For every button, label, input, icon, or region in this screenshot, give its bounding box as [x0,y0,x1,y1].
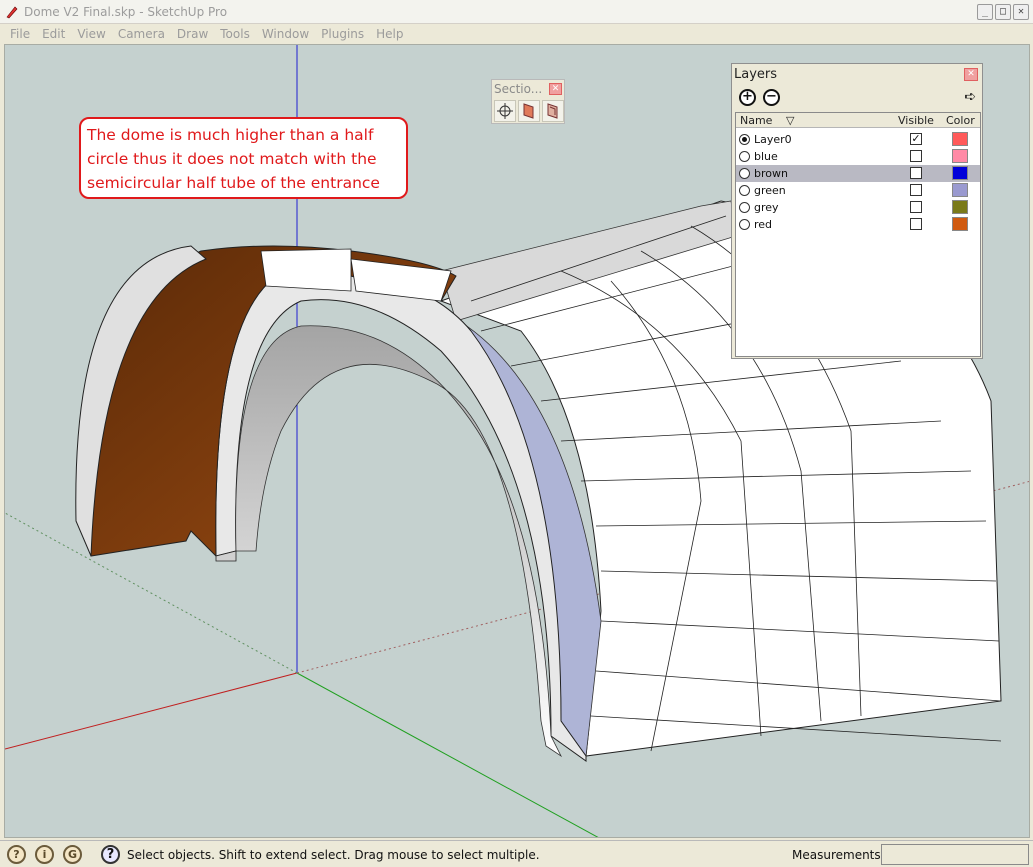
title-bar: Dome V2 Final.skp - SketchUp Pro _ □ ✕ [0,0,1033,24]
layer-name: Layer0 [754,133,792,146]
layer-name: blue [754,150,778,163]
layer-current-radio[interactable] [739,168,750,179]
sort-arrow-icon[interactable]: ▽ [786,114,794,127]
display-section-cuts-icon[interactable] [542,100,564,122]
layers-list-header: Name ▽ Visible Color [736,113,980,128]
layer-visible-checkbox[interactable] [910,167,922,179]
window-title: Dome V2 Final.skp - SketchUp Pro [24,5,228,19]
layer-visible-checkbox[interactable]: ✓ [910,133,922,145]
sketchup-app-icon[interactable] [5,5,19,19]
column-header-visible[interactable]: Visible [898,114,934,127]
layer-row-red[interactable]: red [736,216,980,233]
layer-current-radio[interactable] [739,151,750,162]
layer-color-swatch[interactable] [952,217,968,231]
layer-row-green[interactable]: green [736,182,980,199]
delete-layer-icon[interactable]: − [763,89,780,106]
layer-name: green [754,184,786,197]
status-message: Select objects. Shift to extend select. … [127,848,540,862]
layer-details-icon[interactable]: ➪ [964,89,976,105]
minimize-icon[interactable]: _ [977,4,993,20]
layer-current-radio[interactable] [739,202,750,213]
google-account-icon[interactable]: G [63,845,82,864]
measurements-label: Measurements [792,848,881,862]
layer-color-swatch[interactable] [952,183,968,197]
annotation-line-1: The dome is much higher than a half [87,126,374,144]
display-section-planes-icon[interactable] [518,100,540,122]
layer-current-radio[interactable] [739,219,750,230]
layer-name: brown [754,167,788,180]
layer-current-radio[interactable] [739,185,750,196]
credits-icon[interactable]: i [35,845,54,864]
menu-camera[interactable]: Camera [112,27,171,41]
layers-panel-title: Layers [734,67,778,82]
layer-current-radio[interactable] [739,134,750,145]
menu-draw[interactable]: Draw [171,27,214,41]
menu-help[interactable]: Help [370,27,409,41]
column-header-name[interactable]: Name [740,114,772,127]
menu-view[interactable]: View [71,27,111,41]
status-bar: ? i G ? Select objects. Shift to extend … [0,840,1033,867]
add-layer-icon[interactable]: + [739,89,756,106]
menu-bar: File Edit View Camera Draw Tools Window … [0,24,1033,44]
layer-color-swatch[interactable] [952,200,968,214]
instructor-help-icon[interactable]: ? [101,845,120,864]
column-header-color[interactable]: Color [946,114,975,127]
layer-row-grey[interactable]: grey [736,199,980,216]
menu-window[interactable]: Window [256,27,315,41]
layer-row-brown[interactable]: brown [736,165,980,182]
layers-list: Name ▽ Visible Color Layer0 ✓ blue brown… [735,112,981,357]
menu-plugins[interactable]: Plugins [315,27,370,41]
geo-location-icon[interactable]: ? [7,845,26,864]
layer-row-layer0[interactable]: Layer0 ✓ [736,131,980,148]
layer-visible-checkbox[interactable] [910,218,922,230]
section-plane-icon[interactable] [494,100,516,122]
layer-visible-checkbox[interactable] [910,201,922,213]
red-axis-line [5,672,298,750]
layer-color-swatch[interactable] [952,132,968,146]
menu-tools[interactable]: Tools [214,27,256,41]
section-toolbar-title: Sectio... [494,82,543,96]
section-toolbar: Sectio... ✕ [491,79,565,124]
layer-name: grey [754,201,779,214]
layer-visible-checkbox[interactable] [910,150,922,162]
layer-name: red [754,218,773,231]
menu-file[interactable]: File [4,27,36,41]
annotation-line-3: semicircular half tube of the entrance [87,174,380,192]
layers-panel: Layers ✕ + − ➪ Name ▽ Visible Color Laye… [731,63,983,359]
dome-top-cap [260,248,352,292]
section-toolbar-close-icon[interactable]: ✕ [549,83,562,95]
menu-edit[interactable]: Edit [36,27,71,41]
maximize-icon[interactable]: □ [995,4,1011,20]
layer-color-swatch[interactable] [952,149,968,163]
layers-panel-close-icon[interactable]: ✕ [964,68,978,81]
layer-visible-checkbox[interactable] [910,184,922,196]
annotation-callout[interactable]: The dome is much higher than a half circ… [79,117,408,199]
annotation-line-2: circle thus it does not match with the [87,150,377,168]
measurements-input[interactable] [881,844,1029,865]
layer-color-swatch[interactable] [952,166,968,180]
close-icon[interactable]: ✕ [1013,4,1029,20]
layer-row-blue[interactable]: blue [736,148,980,165]
